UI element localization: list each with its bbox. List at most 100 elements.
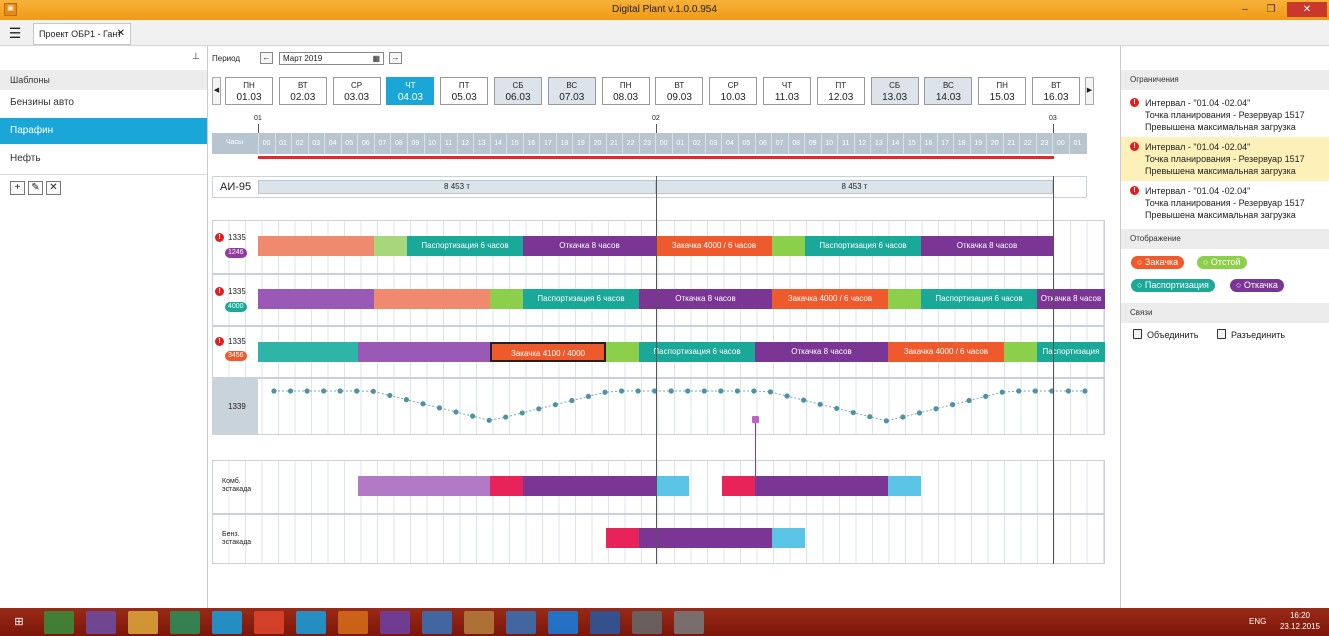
taskbar-app-icon[interactable] (548, 611, 578, 634)
taskbar-app-icon[interactable] (632, 611, 662, 634)
product-volume-bar[interactable]: 8 453 т (656, 180, 1053, 194)
rack-bar[interactable] (722, 476, 755, 496)
legend-pump-in[interactable]: ○ Закачка (1131, 256, 1185, 269)
add-icon[interactable]: + (10, 181, 25, 195)
task-bar[interactable] (606, 342, 639, 362)
task-bar[interactable]: Откачка 8 часов (921, 236, 1053, 256)
task-bar[interactable]: Откачка 8 часов (523, 236, 656, 256)
taskbar-app-icon[interactable] (464, 611, 494, 634)
taskbar-app-icon[interactable] (338, 611, 368, 634)
period-next-button[interactable]: → (389, 52, 402, 64)
day-cell[interactable]: СР 10.03 (709, 77, 758, 105)
day-cell[interactable]: ЧТ 11.03 (763, 77, 811, 105)
legend-pump-out[interactable]: ○ Откачка (1230, 279, 1284, 292)
day-cell[interactable]: ВТ 16.03 (1032, 77, 1080, 105)
task-bar[interactable] (258, 289, 374, 309)
constraint-item-highlighted[interactable]: ! Интервал - "01.04 -02.04" Точка планир… (1121, 137, 1329, 181)
clock[interactable]: 16:20 23.12.2015 (1275, 610, 1325, 632)
task-bar[interactable]: Откачка 8 часов (755, 342, 888, 362)
rack-bar[interactable] (772, 528, 805, 548)
day-cell[interactable]: ПН 15.03 (978, 77, 1027, 105)
legend-certification[interactable]: ○ Паспортизация (1131, 279, 1215, 292)
template-item[interactable]: Нефть (0, 146, 207, 172)
days-scroll-left-icon[interactable]: ◀ (212, 77, 221, 105)
constraint-item[interactable]: ! Интервал - "01.04 -02.04" Точка планир… (1121, 93, 1329, 137)
template-item-selected[interactable]: Парафин (0, 118, 207, 144)
task-bar[interactable]: Паспортизация (1037, 342, 1105, 362)
task-bar[interactable]: Паспортизация 6 часов (921, 289, 1037, 309)
taskbar-app-icon[interactable] (44, 611, 74, 634)
day-cell[interactable]: ПН 08.03 (601, 77, 650, 105)
taskbar-app-icon[interactable] (506, 611, 536, 634)
task-bar[interactable] (374, 289, 490, 309)
start-icon[interactable]: ⊞ (4, 611, 34, 634)
task-bar[interactable]: Откачка 8 часов (639, 289, 772, 309)
taskbar-app-icon[interactable] (380, 611, 410, 634)
split-button[interactable]: Разъединить (1231, 330, 1285, 340)
maximize-button[interactable]: ❐ (1259, 2, 1283, 17)
period-prev-button[interactable]: ← (260, 52, 273, 64)
pin-icon[interactable]: ⊥ (192, 51, 200, 62)
task-bar[interactable]: Закачка 4000 / 6 часов (656, 236, 772, 256)
hamburger-menu-icon[interactable]: ☰ (4, 24, 26, 42)
period-input[interactable]: Март 2019 ▦ (279, 52, 384, 65)
day-cell[interactable]: ПТ 05.03 (440, 77, 489, 105)
day-cell[interactable]: СР 03.03 (332, 77, 381, 105)
join-button[interactable]: Объединить (1147, 330, 1198, 340)
language-indicator[interactable]: ENG (1249, 617, 1266, 626)
days-scroll-right-icon[interactable]: ▶ (1085, 77, 1094, 105)
task-bar[interactable]: Закачка 4000 / 6 часов (772, 289, 888, 309)
document-tab[interactable]: Проект ОБР1 - Гант ✕ (33, 23, 131, 45)
product-volume-bar[interactable]: 8 453 т (258, 180, 656, 194)
task-bar[interactable] (490, 289, 523, 309)
taskbar-app-icon[interactable] (170, 611, 200, 634)
task-bar[interactable]: Закачка 4000 / 6 часов (888, 342, 1004, 362)
task-bar[interactable]: Откачка 8 часов (1037, 289, 1105, 309)
rack-bar[interactable] (606, 528, 639, 548)
task-bar[interactable] (772, 236, 805, 256)
rack-bar[interactable] (888, 476, 921, 496)
taskbar-app-icon[interactable] (86, 611, 116, 634)
day-cell[interactable]: СБ 13.03 (870, 77, 919, 105)
day-cell[interactable]: СБ 06.03 (494, 77, 542, 105)
taskbar-app-icon[interactable] (422, 611, 452, 634)
rack-bar[interactable] (523, 476, 656, 496)
task-bar[interactable] (258, 342, 358, 362)
taskbar-app-icon[interactable] (254, 611, 284, 634)
task-bar[interactable] (888, 289, 921, 309)
task-bar[interactable]: Паспортизация 6 часов (805, 236, 921, 256)
rack-bar[interactable] (639, 528, 772, 548)
day-cell[interactable]: ПТ 12.03 (816, 77, 865, 105)
minimize-button[interactable]: – (1233, 2, 1257, 17)
rack-bar[interactable] (755, 476, 888, 496)
lock-icon[interactable] (752, 416, 759, 423)
task-bar[interactable] (374, 236, 407, 256)
close-tab-icon[interactable]: ✕ (117, 24, 125, 44)
taskbar-app-icon[interactable] (674, 611, 704, 634)
day-cell[interactable]: ВТ 09.03 (655, 77, 704, 105)
task-bar[interactable] (258, 236, 374, 256)
taskbar-app-icon[interactable] (590, 611, 620, 634)
day-cell[interactable]: ВТ 02.03 (278, 77, 327, 105)
day-cell[interactable]: ПН 01.03 (225, 77, 273, 105)
rack-bar[interactable] (656, 476, 689, 496)
task-bar[interactable]: Паспортизация 6 часов (407, 236, 523, 256)
template-item[interactable]: Бензины авто (0, 90, 207, 116)
task-bar[interactable] (358, 342, 490, 362)
delete-icon[interactable]: ✕ (46, 181, 61, 195)
legend-settling[interactable]: ○ Отстой (1197, 256, 1247, 269)
constraint-item[interactable]: ! Интервал - "01.04 -02.04" Точка планир… (1121, 181, 1329, 225)
taskbar-app-icon[interactable] (128, 611, 158, 634)
taskbar-app-icon[interactable] (296, 611, 326, 634)
close-window-button[interactable]: ✕ (1287, 2, 1327, 17)
day-cell[interactable]: ЧТ 04.03 (386, 77, 435, 105)
task-bar[interactable] (1004, 342, 1037, 362)
day-cell[interactable]: ВС 14.03 (924, 77, 973, 105)
rack-bar[interactable] (358, 476, 490, 496)
calendar-icon[interactable]: ▦ (372, 53, 380, 64)
edit-icon[interactable]: ✎ (28, 181, 43, 195)
rack-bar[interactable] (490, 476, 523, 496)
task-bar[interactable]: Паспортизация 6 часов (523, 289, 639, 309)
day-cell[interactable]: ВС 07.03 (547, 77, 596, 105)
taskbar-app-icon[interactable] (212, 611, 242, 634)
